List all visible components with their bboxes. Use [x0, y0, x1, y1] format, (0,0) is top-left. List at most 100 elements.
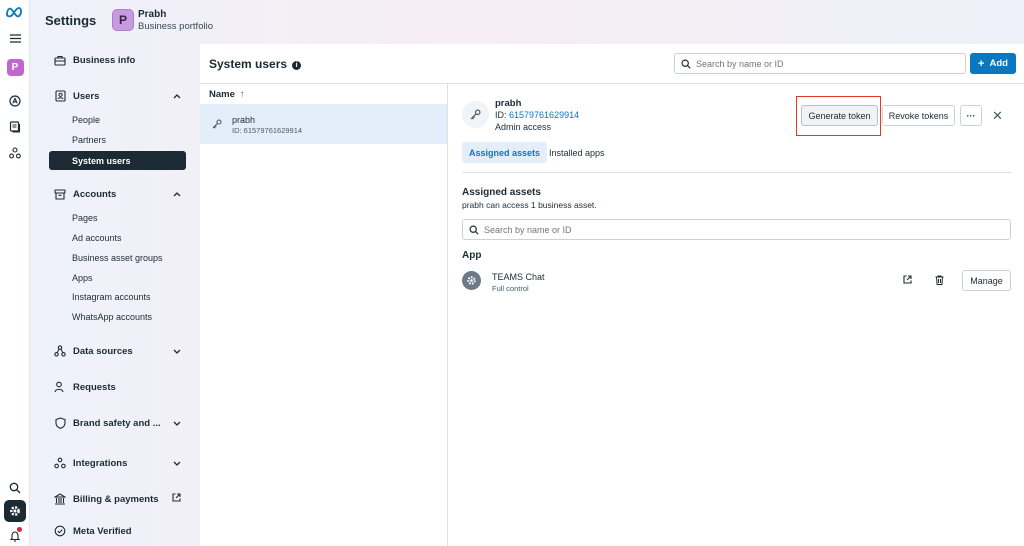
assigned-assets-subtitle: prabh can access 1 business asset. — [462, 200, 597, 210]
search-icon — [469, 224, 479, 235]
sidebar-item-instagram-accounts[interactable]: Instagram accounts — [72, 289, 151, 305]
sidebar-item-billing[interactable]: Billing & payments — [53, 489, 191, 509]
sort-arrow-up-icon: ↑ — [239, 89, 245, 100]
portfolio-avatar: P — [6, 58, 24, 76]
assets-search-input[interactable] — [484, 224, 724, 235]
search-input[interactable] — [696, 58, 936, 69]
menu-icon[interactable] — [4, 27, 26, 49]
integrations-icon — [53, 456, 67, 470]
sidebar-item-brand-safety[interactable]: Brand safety and ... — [53, 413, 191, 433]
sidebar-item-whatsapp-accounts[interactable]: WhatsApp accounts — [72, 309, 152, 325]
audience-icon[interactable] — [4, 142, 26, 164]
ads-icon[interactable] — [4, 90, 26, 112]
system-user-row[interactable]: prabh ID: 61579761629914 — [200, 104, 447, 144]
user-id: ID: 61579761629914 — [495, 110, 579, 120]
system-users-search[interactable] — [674, 53, 966, 74]
sidebar-item-integrations[interactable]: Integrations — [53, 453, 191, 473]
user-name: prabh — [495, 98, 522, 109]
add-button-label: Add — [989, 58, 1008, 69]
user-id-prefix: ID: — [495, 110, 510, 120]
divider — [462, 172, 1011, 173]
settings-icon[interactable] — [4, 500, 26, 522]
notification-dot — [17, 527, 22, 532]
chevron-up-icon — [173, 189, 181, 200]
global-nav-rail: P — [0, 0, 30, 546]
sidebar-item-apps[interactable]: Apps — [72, 270, 93, 286]
add-button[interactable]: + Add — [970, 53, 1016, 74]
sidebar-item-pages[interactable]: Pages — [72, 210, 98, 226]
chevron-down-icon — [173, 346, 181, 357]
user-avatar — [462, 101, 489, 128]
sidebar-item-ad-accounts[interactable]: Ad accounts — [72, 230, 122, 246]
user-id-link[interactable]: 61579761629914 — [509, 110, 579, 120]
sidebar-item-label: Requests — [73, 381, 116, 393]
chevron-down-icon — [173, 418, 181, 429]
sidebar-item-people[interactable]: People — [72, 112, 100, 128]
sidebar-item-label: Billing & payments — [73, 493, 159, 505]
page-title: Settings — [45, 13, 97, 28]
tab-installed-apps[interactable]: Installed apps — [542, 142, 612, 163]
sidebar-item-business-asset-groups[interactable]: Business asset groups — [72, 250, 163, 266]
more-options-button[interactable]: ··· — [960, 105, 982, 126]
revoke-tokens-button[interactable]: Revoke tokens — [882, 105, 955, 126]
users-id-icon — [53, 89, 67, 103]
name-column-header[interactable]: Name ↑ — [209, 89, 245, 100]
portfolio-subtitle: Business portfolio — [138, 21, 213, 32]
meta-logo-icon[interactable] — [4, 1, 26, 23]
row-user-id: ID: 61579761629914 — [232, 126, 303, 135]
chevron-down-icon — [173, 458, 181, 469]
sidebar-item-users[interactable]: Users — [53, 86, 191, 106]
briefcase-icon — [53, 53, 67, 67]
sidebar-item-label: Data sources — [73, 345, 133, 357]
generate-token-button[interactable]: Generate token — [801, 105, 878, 126]
app-permission: Full control — [492, 284, 529, 293]
top-bar: Settings P Prabh Business portfolio — [30, 0, 1024, 44]
manage-button[interactable]: Manage — [962, 270, 1011, 291]
close-icon[interactable]: ✕ — [992, 108, 1003, 124]
data-sources-icon — [53, 344, 67, 358]
sidebar-item-label: Users — [73, 90, 100, 102]
app-name: TEAMS Chat — [492, 272, 545, 282]
sidebar-item-label: Meta Verified — [73, 525, 132, 537]
sidebar-item-label: Accounts — [73, 188, 117, 200]
user-role: Admin access — [495, 122, 552, 132]
notifications-icon[interactable] — [4, 525, 26, 546]
tab-assigned-assets[interactable]: Assigned assets — [462, 142, 548, 163]
portfolio-switcher[interactable]: P — [4, 56, 26, 78]
trash-icon[interactable] — [935, 275, 944, 288]
sidebar-item-accounts[interactable]: Accounts — [53, 184, 191, 204]
divider — [447, 84, 448, 546]
person-request-icon — [53, 380, 67, 394]
bank-icon — [53, 492, 67, 506]
app-gear-icon — [462, 271, 481, 290]
system-users-panel: System users i + Add Name ↑ prabh ID: 61579… — [200, 44, 1024, 546]
column-header-label: Name — [209, 89, 235, 100]
panel-title: System users i — [209, 57, 302, 71]
app-section-heading: App — [462, 250, 482, 261]
plus-icon: + — [978, 57, 985, 70]
sidebar-item-requests[interactable]: Requests — [53, 377, 191, 397]
search-icon — [681, 58, 691, 69]
sidebar-item-data-sources[interactable]: Data sources — [53, 341, 191, 361]
external-link-icon — [172, 493, 181, 505]
sidebar-item-partners[interactable]: Partners — [72, 132, 106, 148]
settings-sidebar: Business info Users People Partners Syst… — [44, 44, 200, 546]
sidebar-item-business-info[interactable]: Business info — [53, 50, 191, 70]
sidebar-item-label: Integrations — [73, 457, 128, 469]
external-link-icon[interactable] — [903, 275, 912, 287]
assets-search[interactable] — [462, 219, 1011, 240]
search-icon[interactable] — [4, 477, 26, 499]
info-icon[interactable]: i — [292, 61, 302, 70]
sidebar-item-system-users[interactable]: System users — [49, 151, 186, 170]
panel-title-text: System users — [209, 57, 288, 71]
verified-badge-icon — [53, 524, 67, 538]
assigned-assets-heading: Assigned assets — [462, 187, 541, 198]
pages-icon[interactable] — [4, 116, 26, 138]
portfolio-name[interactable]: Prabh — [138, 9, 166, 20]
key-icon — [212, 119, 222, 132]
key-icon — [470, 109, 481, 120]
sidebar-item-meta-verified[interactable]: Meta Verified — [53, 521, 191, 541]
shield-icon — [53, 416, 67, 430]
row-user-name: prabh — [232, 115, 256, 125]
portfolio-avatar-large[interactable]: P — [112, 9, 134, 31]
